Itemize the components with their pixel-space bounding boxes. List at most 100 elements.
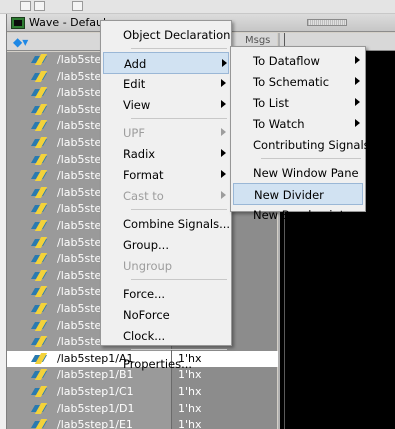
menu-item-label: Add	[124, 57, 147, 71]
signal-icon	[33, 54, 47, 66]
signal-name: /lab5step1/C1	[57, 385, 134, 398]
signal-icon	[33, 71, 47, 83]
signal-icon	[33, 270, 47, 282]
menu-item-edit[interactable]: Edit	[103, 73, 229, 95]
menu-item-combine-signals[interactable]: Combine Signals...	[103, 213, 231, 235]
signal-icon	[33, 203, 47, 215]
signal-name: /lab5ste	[57, 119, 102, 132]
signal-icon	[33, 320, 47, 332]
toolbar	[0, 0, 395, 14]
signal-name: /lab5ste	[57, 302, 102, 315]
menu-item-label: New Window Pane	[253, 166, 359, 180]
drag-grip-icon[interactable]	[307, 19, 347, 26]
menu-item-to-schematic[interactable]: To Schematic	[233, 71, 363, 93]
menu-item-new-breakpoint[interactable]: New Breakpoint	[233, 204, 363, 226]
submenu-arrow-icon	[221, 128, 226, 136]
signal-icon	[33, 237, 47, 249]
wave-window-title: Wave - Defaul	[29, 16, 107, 29]
signal-name: /lab5ste	[57, 252, 102, 265]
signal-name: /lab5ste	[57, 202, 102, 215]
menu-item-group[interactable]: Group...	[103, 234, 229, 256]
menu-item-label: To Dataflow	[253, 54, 320, 68]
signal-name: /lab5step1/D1	[57, 402, 135, 415]
signal-icon	[33, 303, 47, 315]
signal-icon	[33, 154, 47, 166]
submenu-arrow-icon	[221, 191, 226, 199]
submenu-arrow-icon	[221, 100, 226, 108]
menu-item-contributing-signals[interactable]: Contributing Signals	[233, 134, 370, 156]
submenu-arrow-icon	[221, 149, 226, 157]
signal-icon	[33, 353, 47, 365]
menu-item-view[interactable]: View	[103, 94, 229, 116]
menu-item-radix[interactable]: Radix	[103, 143, 229, 165]
menu-item-noforce[interactable]: NoForce	[103, 304, 229, 326]
menu-item-label: Edit	[123, 77, 146, 91]
signal-icon	[33, 419, 47, 429]
menu-item-label: View	[123, 98, 151, 112]
msgs-column-header: Msgs	[245, 35, 271, 46]
menu-item-to-dataflow[interactable]: To Dataflow	[233, 50, 363, 72]
menu-item-force[interactable]: Force...	[103, 283, 229, 305]
signal-icon	[33, 120, 47, 132]
signal-icon	[33, 137, 47, 149]
menu-item-format[interactable]: Format	[103, 164, 229, 186]
signal-value-row[interactable]: 1'hx	[172, 384, 278, 400]
signal-icon	[33, 386, 47, 398]
signal-row[interactable]: /lab5step1/D1	[7, 401, 171, 417]
signal-icon	[33, 220, 47, 232]
signal-icon	[33, 403, 47, 415]
signal-name: /lab5ste	[57, 236, 102, 249]
menu-item-add[interactable]: Add	[103, 52, 229, 74]
submenu-arrow-icon	[355, 119, 360, 127]
signal-name: /lab5ste	[57, 335, 102, 348]
menu-item-label: Cast to	[123, 189, 164, 203]
signal-row[interactable]: /lab5step1/E1	[7, 417, 171, 429]
menu-separator	[131, 48, 227, 49]
menu-item-label: Combine Signals...	[123, 217, 231, 231]
menu-item-label: Contributing Signals	[253, 138, 370, 152]
signal-name: /lab5ste	[57, 103, 102, 116]
menu-item-to-list[interactable]: To List	[233, 92, 363, 114]
menu-item-properties[interactable]: Properties...	[103, 353, 229, 375]
toolbar-button[interactable]	[72, 1, 83, 11]
menu-item-label: Group...	[123, 238, 169, 252]
menu-separator	[131, 209, 227, 210]
objects-dropdown-icon[interactable]: ◆▾	[13, 35, 28, 49]
menu-item-label: To List	[253, 96, 289, 110]
menu-item-label: Properties...	[123, 357, 193, 371]
signal-name: /lab5ste	[57, 169, 102, 182]
menu-item-new-divider[interactable]: New Divider	[233, 183, 363, 205]
signal-name: /lab5ste	[57, 186, 102, 199]
wave-window-icon	[11, 17, 25, 29]
signal-icon	[33, 286, 47, 298]
menu-item-label: NoForce	[123, 308, 170, 322]
toolbar-button[interactable]	[34, 1, 45, 11]
menu-item-label: Ungroup	[123, 259, 173, 273]
signal-name: /lab5ste	[57, 136, 102, 149]
signal-name: /lab5ste	[57, 219, 102, 232]
signal-icon	[33, 104, 47, 116]
signal-icon	[33, 253, 47, 265]
signal-value: 1'hx	[178, 418, 202, 429]
signal-value-row[interactable]: 1'hx	[172, 417, 278, 429]
toolbar-button[interactable]	[20, 1, 31, 11]
menu-item-label: To Watch	[253, 117, 305, 131]
submenu-arrow-icon	[355, 98, 360, 106]
signal-value-row[interactable]: 1'hx	[172, 401, 278, 417]
signal-value: 1'hx	[178, 385, 202, 398]
menu-separator	[261, 158, 361, 159]
signal-row[interactable]: /lab5step1/C1	[7, 384, 171, 400]
menu-item-new-window-pane[interactable]: New Window Pane	[233, 162, 363, 184]
menu-separator	[131, 279, 227, 280]
menu-item-label: Force...	[123, 287, 166, 301]
menu-item-clock[interactable]: Clock...	[103, 325, 229, 347]
menu-item-to-watch[interactable]: To Watch	[233, 113, 363, 135]
add-submenu: To Dataflow To Schematic To List To Watch Co…	[230, 46, 370, 222]
menu-item-ungroup: Ungroup	[103, 255, 229, 277]
submenu-arrow-icon	[221, 79, 226, 87]
menu-item-label: New Breakpoint	[253, 208, 345, 222]
menu-item-label: To Schematic	[253, 75, 330, 89]
signal-icon	[33, 87, 47, 99]
menu-item-upf: UPF	[103, 122, 229, 144]
menu-item-object-declaration[interactable]: Object Declaration	[103, 24, 230, 46]
